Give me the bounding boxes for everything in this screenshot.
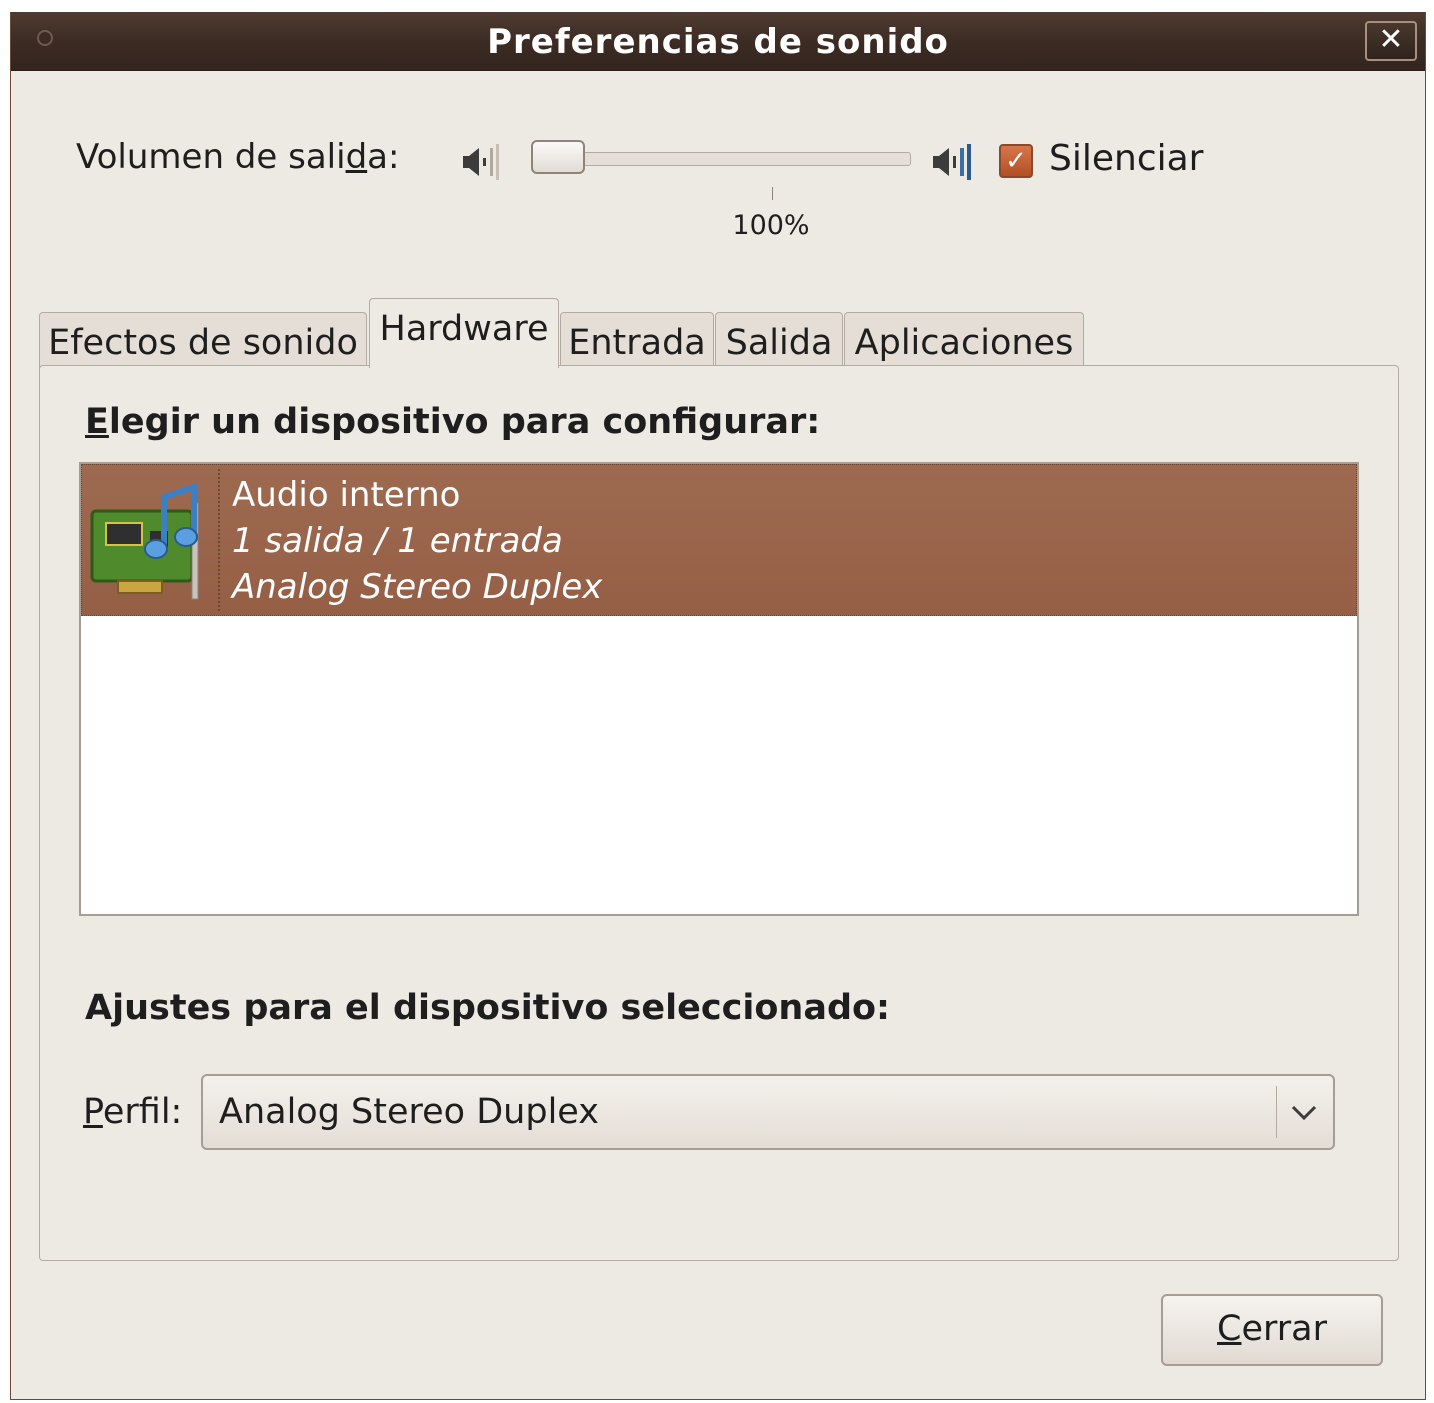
output-volume-slider-handle[interactable] — [531, 140, 585, 174]
close-button-label: errar — [1241, 1309, 1327, 1349]
slider-100-tick — [772, 187, 773, 200]
device-profile: Analog Stereo Duplex — [232, 567, 603, 607]
device-name: Audio interno — [232, 475, 461, 515]
output-volume-label-mnemonic: d — [345, 137, 368, 177]
profile-combobox[interactable]: Analog Stereo Duplex — [201, 1074, 1335, 1150]
speaker-high-icon — [933, 144, 971, 180]
output-volume-label-text: Volumen de sali — [76, 137, 346, 177]
profile-label: Perfil: — [83, 1092, 182, 1132]
profile-combobox-value: Analog Stereo Duplex — [219, 1092, 599, 1132]
profile-label-text: erfil: — [102, 1092, 183, 1132]
close-button-mnemonic: C — [1217, 1309, 1242, 1349]
mute-checkbox[interactable]: ✓ — [999, 144, 1033, 178]
chevron-down-icon[interactable] — [1289, 1098, 1319, 1126]
sound-card-icon — [90, 482, 199, 600]
sound-preferences-window: Preferencias de sonido ✕ Volumen de sali… — [10, 12, 1426, 1400]
device-section-title-text: legir un dispositivo para configurar: — [108, 402, 821, 442]
settings-section-title: Ajustes para el dispositivo seleccionado… — [85, 988, 891, 1028]
device-section-title: Elegir un dispositivo para configurar: — [85, 402, 820, 442]
window-close-button[interactable]: ✕ — [1365, 21, 1417, 61]
device-row-separator — [218, 469, 221, 611]
combobox-separator — [1276, 1086, 1277, 1138]
device-section-mnemonic: E — [85, 402, 109, 442]
output-volume-slider[interactable] — [531, 152, 911, 166]
close-button[interactable]: Cerrar — [1161, 1294, 1383, 1366]
tab-hardware[interactable]: Hardware — [369, 298, 559, 368]
device-row-internal-audio[interactable]: Audio interno 1 salida / 1 entrada Analo… — [81, 464, 1357, 616]
mute-label[interactable]: Silenciar — [1049, 139, 1203, 179]
speaker-low-icon — [463, 144, 499, 180]
window-title: Preferencias de sonido — [487, 22, 949, 62]
slider-100-mark-label: 100% — [732, 210, 810, 241]
title-bar[interactable]: Preferencias de sonido ✕ — [11, 12, 1425, 71]
device-list[interactable]: Audio interno 1 salida / 1 entrada Analo… — [79, 462, 1359, 916]
output-volume-label: Volumen de salida: — [76, 137, 399, 177]
device-ports: 1 salida / 1 entrada — [232, 521, 563, 561]
profile-label-mnemonic: P — [83, 1092, 103, 1132]
output-volume-label-end: a: — [367, 137, 400, 177]
